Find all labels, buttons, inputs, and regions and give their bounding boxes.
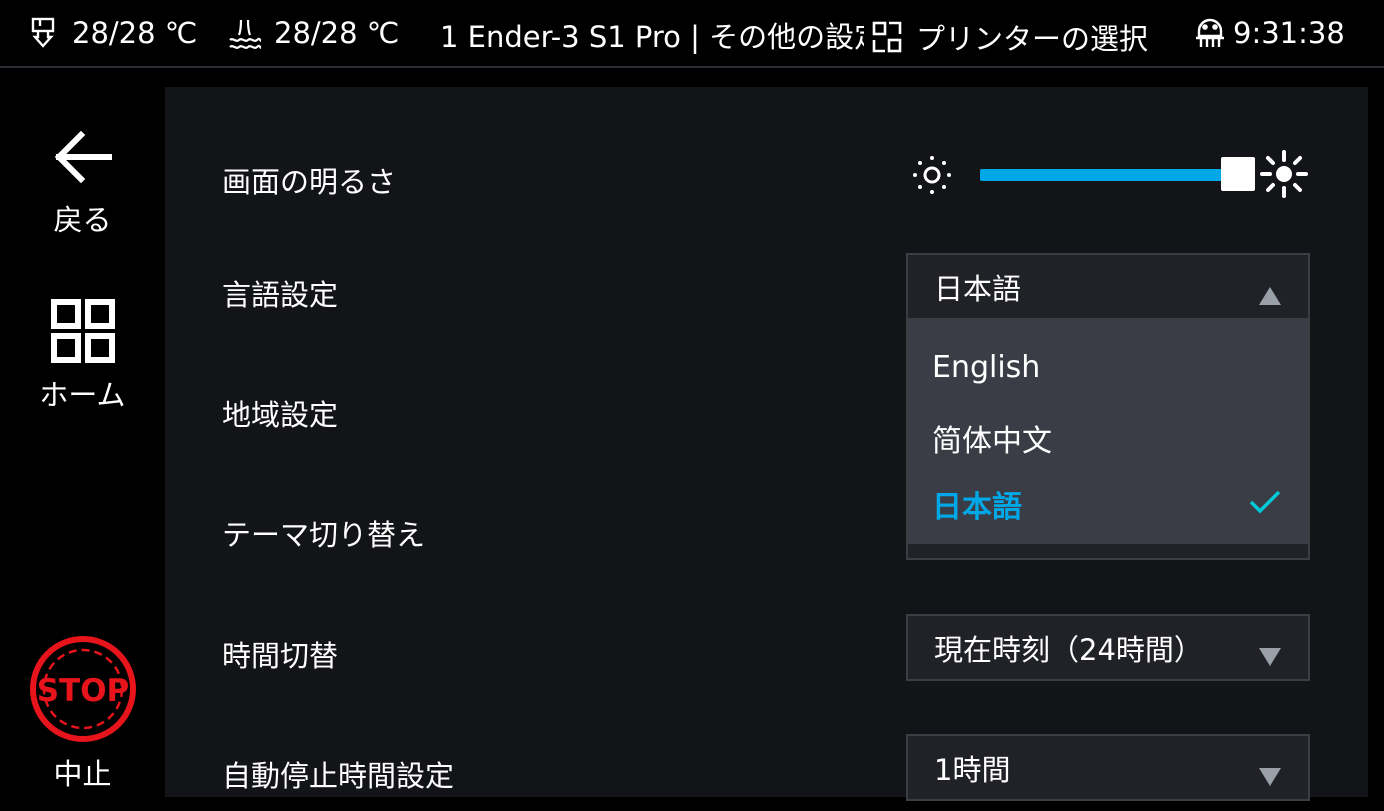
stop-button[interactable]: STOP 中止 xyxy=(0,635,165,793)
dropdown-bottom-edge xyxy=(908,544,1308,558)
time-format-value: 現在時刻（24時間） xyxy=(934,632,1203,667)
bed-temp-indicator: 28/28 ℃ xyxy=(228,16,399,50)
checkmark-icon xyxy=(1248,488,1282,516)
clock-indicator: 9:31:38 xyxy=(1193,16,1345,50)
printer-switch-icon xyxy=(870,20,904,54)
auto-off-select[interactable]: 1時間 xyxy=(906,734,1310,801)
brightness-slider-thumb[interactable] xyxy=(1221,157,1255,191)
select-printer-button[interactable]: プリンターの選択 xyxy=(870,16,1148,58)
auto-off-value: 1時間 xyxy=(934,752,1011,787)
chevron-up-icon xyxy=(1258,279,1282,305)
region-label: 地域設定 xyxy=(222,398,339,432)
brightness-high-icon xyxy=(1259,149,1309,199)
chevron-down-icon xyxy=(1258,760,1282,786)
bed-temp: 28/28 ℃ xyxy=(274,16,400,50)
auto-off-label: 自動停止時間設定 xyxy=(222,759,455,793)
language-option-japanese[interactable]: 日本語 xyxy=(932,482,1022,526)
brightness-label: 画面の明るさ xyxy=(222,165,397,199)
language-option-chinese[interactable]: 简体中文 xyxy=(932,416,1052,460)
stop-sign-icon: STOP xyxy=(29,635,137,743)
time-format-select[interactable]: 現在時刻（24時間） xyxy=(906,614,1310,681)
printer-title: 1 Ender-3 S1 Pro | その他の設定 xyxy=(440,20,864,54)
nozzle-temp-indicator: 28/28 ℃ xyxy=(26,16,197,50)
nozzle-temp: 28/28 ℃ xyxy=(72,16,198,50)
back-label: 戻る xyxy=(53,203,112,237)
language-label: 言語設定 xyxy=(222,278,339,312)
heated-bed-icon xyxy=(228,16,262,50)
status-bar: 28/28 ℃ 28/28 ℃ 1 Ender-3 S1 Pro | その他の設… xyxy=(0,0,1384,68)
brightness-low-icon xyxy=(910,153,954,197)
stop-sign-text: STOP xyxy=(36,673,129,709)
stop-label: 中止 xyxy=(53,757,112,791)
language-select-value: 日本語 xyxy=(934,271,1022,306)
arrow-left-icon xyxy=(51,125,115,189)
settings-panel: 画面の明るさ 言語設定 日本語 English 简体中文 日本語 地域設定 テー… xyxy=(165,87,1368,801)
language-dropdown-list: English 简体中文 日本語 xyxy=(906,318,1310,560)
back-button[interactable]: 戻る xyxy=(0,125,165,239)
nozzle-icon xyxy=(26,16,60,50)
robot-icon xyxy=(1193,16,1227,50)
left-nav: 戻る ホーム STOP 中止 xyxy=(0,70,165,811)
language-select[interactable]: 日本語 xyxy=(906,253,1310,320)
language-option-english[interactable]: English xyxy=(932,350,1040,385)
brightness-slider[interactable] xyxy=(980,169,1240,181)
home-button[interactable]: ホーム xyxy=(0,298,165,414)
home-label: ホーム xyxy=(39,378,126,412)
clock: 9:31:38 xyxy=(1233,16,1345,50)
theme-label: テーマ切り替え xyxy=(222,518,426,552)
select-printer-label: プリンターの選択 xyxy=(916,22,1149,56)
grid-home-icon xyxy=(50,298,116,364)
time-format-label: 時間切替 xyxy=(222,639,339,673)
chevron-down-icon xyxy=(1258,640,1282,666)
